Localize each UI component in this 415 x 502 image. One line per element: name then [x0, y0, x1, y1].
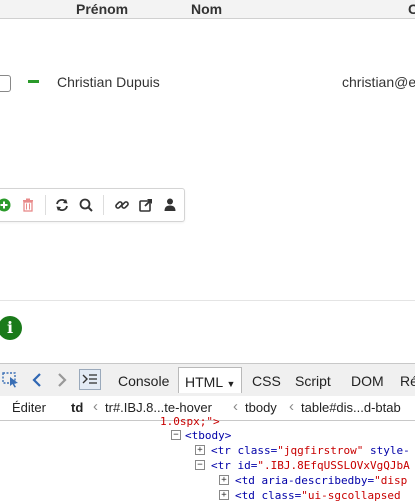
tab-script[interactable]: Script — [295, 373, 331, 389]
back-arrow-icon[interactable] — [31, 372, 43, 393]
tab-dom[interactable]: DOM — [351, 373, 384, 389]
collapse-toggle-icon[interactable]: − — [171, 430, 181, 440]
expand-toggle-icon[interactable]: + — [219, 490, 229, 500]
code-line-tr-selected[interactable]: <tr id=".IBJ.8EfqUSSLOVxVgQJbA — [211, 459, 410, 472]
tab-reseau[interactable]: Ré — [400, 373, 415, 389]
breadcrumb-separator-icon: ‹ — [93, 398, 98, 415]
toolbar-separator — [103, 195, 104, 215]
breadcrumb-item-td[interactable]: td — [71, 400, 83, 415]
row-checkbox[interactable] — [0, 75, 11, 92]
code-line-td-sgcollapsed[interactable]: <td class="ui-sgcollapsed — [235, 489, 401, 502]
column-header-nom[interactable]: Nom — [191, 1, 222, 17]
inspect-element-icon[interactable] — [2, 372, 20, 393]
code-line-tbody[interactable]: <tbody> — [185, 429, 231, 442]
link-icon[interactable] — [113, 196, 131, 214]
breadcrumb-item-tr[interactable]: tr#.IBJ.8...te-hover — [105, 400, 212, 415]
column-header-partial[interactable]: C — [408, 1, 415, 17]
expand-toggle-icon[interactable]: + — [219, 475, 229, 485]
refresh-icon[interactable] — [53, 196, 71, 214]
collapse-minus-icon[interactable] — [28, 80, 39, 83]
delete-icon[interactable] — [19, 196, 37, 214]
tab-console[interactable]: Console — [118, 373, 169, 389]
row-email-cell: christian@e — [342, 74, 415, 90]
tab-html[interactable]: HTML ▼ — [178, 367, 243, 393]
breadcrumb-item-table[interactable]: table#dis...d-btab — [301, 400, 401, 415]
toolbar-separator — [45, 195, 46, 215]
divider — [0, 300, 415, 301]
dropdown-arrow-icon: ▼ — [226, 379, 236, 389]
html-tree: 1.0spx;"> − <tbody> + <tr class="jqgfirs… — [0, 415, 415, 502]
breadcrumb-separator-icon: ‹ — [233, 398, 238, 415]
add-icon[interactable] — [0, 196, 13, 214]
grid-toolbar — [0, 188, 185, 222]
user-icon[interactable] — [161, 196, 179, 214]
collapse-toggle-icon[interactable]: − — [195, 460, 205, 470]
export-icon[interactable] — [137, 196, 155, 214]
tab-html-label: HTML — [185, 374, 223, 390]
row-name-cell: Christian Dupuis — [57, 74, 160, 90]
code-line-tr-firstrow[interactable]: <tr class="jqgfirstrow" style- — [211, 444, 410, 457]
expand-toggle-icon[interactable]: + — [195, 445, 205, 455]
tab-css[interactable]: CSS — [252, 373, 281, 389]
code-line-style: 1.0spx;"> — [160, 415, 220, 428]
info-icon[interactable]: i — [0, 316, 22, 340]
edit-button[interactable]: Éditer — [12, 400, 46, 415]
command-line-toggle-icon[interactable] — [79, 369, 101, 390]
forward-arrow-icon[interactable] — [56, 372, 68, 393]
breadcrumb-separator-icon: ‹ — [289, 398, 294, 415]
search-icon[interactable] — [77, 196, 95, 214]
breadcrumb-item-tbody[interactable]: tbody — [245, 400, 277, 415]
code-line-td-describedby[interactable]: <td aria-describedby="disp — [235, 474, 407, 487]
devtools-tabbar: Console HTML ▼ CSS Script DOM Ré — [0, 363, 415, 397]
grid-header: Prénom Nom C — [0, 0, 415, 19]
column-header-prenom[interactable]: Prénom — [76, 1, 128, 17]
